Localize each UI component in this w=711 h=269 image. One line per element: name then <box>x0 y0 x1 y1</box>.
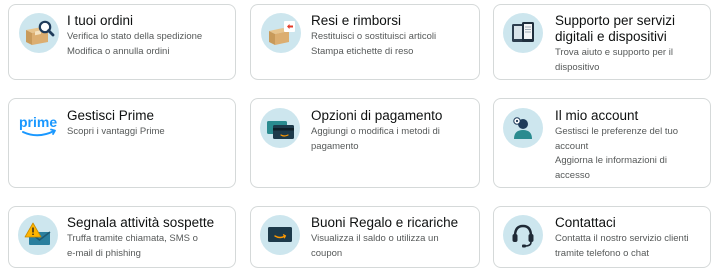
card-your-orders[interactable]: I tuoi ordini Verifica lo stato della sp… <box>8 4 236 80</box>
card-digital-devices-support[interactable]: Supporto per servizi digitali e disposit… <box>493 4 711 80</box>
card-description: Contatta il nostro servizio clienti tram… <box>555 233 689 259</box>
gift-card-icon <box>260 215 300 255</box>
card-title: Resi e rimborsi <box>311 13 402 28</box>
card-contact-us[interactable]: Contattaci Contatta il nostro servizio c… <box>493 206 711 268</box>
card-my-account[interactable]: Il mio account Gestisci le preferenze de… <box>493 98 711 188</box>
card-description: Restituisci o sostituisci articoli Stamp… <box>311 31 437 57</box>
prime-logo-icon: prime <box>18 114 62 141</box>
card-title: Supporto per servizi digitali e disposit… <box>555 13 676 44</box>
warning-mail-icon <box>18 215 58 255</box>
account-person-icon <box>503 108 543 148</box>
card-title: Gestisci Prime <box>67 108 155 123</box>
card-gift-cards-topup[interactable]: Buoni Regalo e ricariche Visualizza il s… <box>250 206 480 268</box>
card-description: Gestisci le preferenze del tuo account A… <box>555 126 679 181</box>
card-description: Trova aiuto e supporto per il dispositiv… <box>555 47 673 73</box>
card-title: Il mio account <box>555 108 639 123</box>
card-report-suspicious-activity[interactable]: Segnala attività sospette Truffa tramite… <box>8 206 236 268</box>
kindle-devices-icon <box>503 13 543 53</box>
card-description: Truffa tramite chiamata, SMS o e-mail di… <box>67 233 198 259</box>
card-title: Segnala attività sospette <box>67 215 215 230</box>
card-description: Scopri i vantaggi Prime <box>67 126 165 137</box>
card-title: Contattaci <box>555 215 616 230</box>
card-payment-options[interactable]: Opzioni di pagamento Aggiungi o modifica… <box>250 98 480 188</box>
card-description: Aggiungi o modifica i metodi di pagament… <box>311 126 440 152</box>
svg-text:prime: prime <box>19 115 57 130</box>
payment-cards-icon <box>260 108 300 148</box>
card-manage-prime[interactable]: prime Gestisci Prime Scopri i vantaggi P… <box>8 98 236 188</box>
card-title: Opzioni di pagamento <box>311 108 443 123</box>
headset-icon <box>503 215 543 255</box>
card-title: I tuoi ordini <box>67 13 134 28</box>
card-description: Visualizza il saldo o utilizza un coupon <box>311 233 439 259</box>
return-box-icon <box>261 13 301 53</box>
box-search-icon <box>19 13 59 53</box>
card-title: Buoni Regalo e ricariche <box>311 215 459 230</box>
card-returns-refunds[interactable]: Resi e rimborsi Restituisci o sostituisc… <box>250 4 480 80</box>
card-description: Verifica lo stato della spedizione Modif… <box>67 31 203 57</box>
